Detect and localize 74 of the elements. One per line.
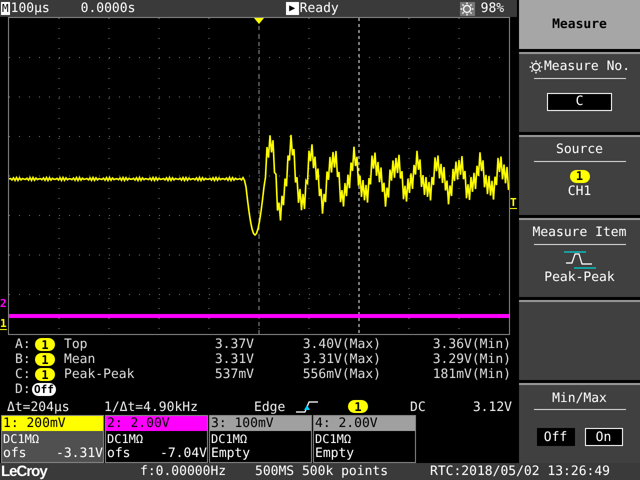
menu-section[interactable] xyxy=(519,300,640,380)
run-icon: ▶ xyxy=(286,2,299,15)
menu-section[interactable]: Source 1 CH1 xyxy=(519,134,640,215)
delay-label: 0.0000s xyxy=(80,2,136,15)
peak-peak-icon xyxy=(564,250,596,269)
menu-section-title: Source xyxy=(556,141,603,159)
menu-section-title: Measure Item xyxy=(532,224,626,242)
toggle-option[interactable]: On xyxy=(584,428,622,446)
channel-scale: 4: 2.00V xyxy=(314,416,415,431)
channel-offset-label: Empty xyxy=(315,447,354,460)
channel-coupling: DC1MΩ xyxy=(210,431,248,446)
sampling-readout: 500MS 500k points xyxy=(255,465,390,478)
channel-coupling: DC1MΩ xyxy=(106,431,144,446)
channel-badge: 1 xyxy=(348,400,368,414)
measure-max: 3.40V(Max) xyxy=(302,338,381,351)
channel-marker: 2 xyxy=(0,298,7,309)
menu-section[interactable]: Measure Item Peak-Peak xyxy=(519,218,640,298)
coupling-label: DC xyxy=(410,400,427,414)
menu-section-title: Measure No. xyxy=(544,58,630,76)
channel-coupling: DC1MΩ xyxy=(314,431,352,446)
trigger-level-label: 3.12V xyxy=(472,400,512,414)
off-badge: Off xyxy=(32,383,56,396)
menu-section-title: Min/Max xyxy=(552,390,607,408)
channel-panel[interactable]: 3: 100mV DC1MΩ Empty xyxy=(209,415,312,463)
channel-badge: 1 xyxy=(35,338,55,351)
source-label: CH1 xyxy=(568,185,592,198)
measure-min: 3.36V(Min) xyxy=(432,338,511,351)
channel-offset-value: -7.04V xyxy=(160,447,207,460)
rising-edge-icon xyxy=(296,401,318,413)
channel-coupling: DC1MΩ xyxy=(2,431,40,446)
channel-offset-label: Empty xyxy=(211,447,250,460)
sun-icon xyxy=(528,60,543,74)
measure-slot: D: xyxy=(15,383,32,396)
measure-max: 3.31V(Max) xyxy=(302,353,381,366)
frequency-label: 1/Δt=4.90kHz xyxy=(104,400,199,414)
channel-panel[interactable]: 1: 200mV DC1MΩ ofs -3.31V xyxy=(1,415,104,463)
measure-slot: A: xyxy=(15,338,35,351)
menu-section[interactable]: Measure No. C xyxy=(519,52,640,132)
channel-panel[interactable]: 4: 2.00V DC1MΩ Empty xyxy=(313,415,416,463)
state-label: Ready xyxy=(300,2,340,15)
measure-item-label: Peak-Peak xyxy=(544,270,615,284)
measure-item: Mean xyxy=(64,353,96,366)
clock-readout: RTC:2018/05/02 13:26:49 xyxy=(430,465,610,478)
measure-min: 3.29V(Min) xyxy=(432,353,511,366)
channel-scale: 3: 100mV xyxy=(210,416,311,431)
channel-offset-label: ofs xyxy=(107,447,130,460)
frequency-readout: f:0.00000Hz xyxy=(140,465,228,478)
measure-value: 3.37V xyxy=(214,338,254,351)
menu-section[interactable]: Min/Max Off On xyxy=(519,383,640,464)
channel-badge: 1 xyxy=(35,368,55,381)
measure-menu-button[interactable]: Measure xyxy=(519,0,640,49)
measure-slot: B: xyxy=(15,353,35,366)
channel-offset-value: -3.31V xyxy=(56,447,103,460)
mode-icon: M xyxy=(1,2,10,15)
sun-icon xyxy=(460,2,474,16)
channel-badge: 1 xyxy=(570,170,590,183)
measure-value: 537mV xyxy=(214,368,254,381)
channel-scale: 2: 2.00V xyxy=(106,416,207,431)
trigger-type-label: Edge xyxy=(254,400,286,414)
brightness-label: 98% xyxy=(480,2,504,15)
channel-badge: 1 xyxy=(35,353,55,366)
measure-item: Peak-Peak xyxy=(64,368,136,381)
measure-number-field[interactable]: C xyxy=(547,92,612,111)
toggle-option[interactable]: Off xyxy=(536,428,574,446)
delta-time-label: Δt=204µs xyxy=(7,400,71,414)
brand-logo: LeCroy xyxy=(0,464,48,479)
channel-offset-label: ofs xyxy=(3,447,26,460)
measure-max: 556mV(Max) xyxy=(302,368,381,381)
measure-slot: C: xyxy=(15,368,35,381)
measure-min: 181mV(Min) xyxy=(432,368,511,381)
timebase-label: 100µs xyxy=(10,2,51,15)
measure-item: Top xyxy=(64,338,88,351)
channel-scale: 1: 200mV xyxy=(2,416,103,431)
measure-value: 3.31V xyxy=(214,353,254,366)
